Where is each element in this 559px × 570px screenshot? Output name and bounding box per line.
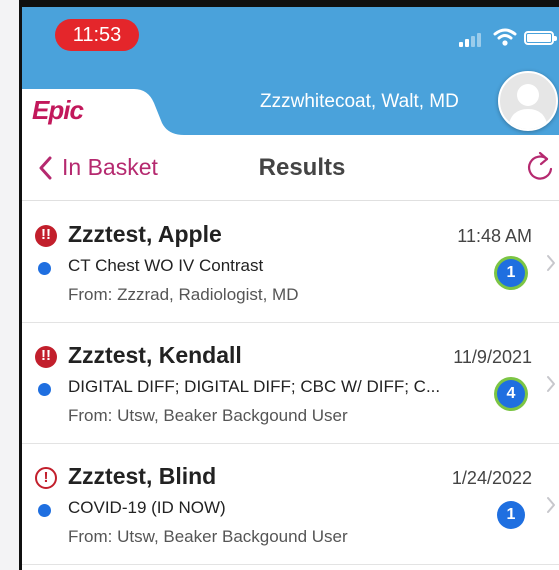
phone-screen: 11:53 Epic Zzzwhitecoat, Walt, MD In Bas… bbox=[19, 0, 559, 570]
message-sender: From: Utsw, Beaker Backgound User bbox=[68, 406, 348, 425]
message-date: 1/24/2022 bbox=[451, 468, 532, 488]
priority-normal-icon: ! bbox=[35, 467, 57, 489]
message-row[interactable]: !! Zzztest, Apple 11:48 AM CT Chest WO I… bbox=[22, 202, 559, 323]
battery-icon bbox=[524, 31, 557, 45]
user-name[interactable]: Zzzwhitecoat, Walt, MD bbox=[260, 91, 459, 113]
message-row[interactable]: !! Zzztest, Kendall 11/9/2021 DIGITAL DI… bbox=[22, 323, 559, 444]
user-silhouette-icon bbox=[508, 84, 548, 129]
status-bar: 11:53 bbox=[22, 7, 559, 67]
result-count-badge: 4 bbox=[497, 380, 525, 408]
message-subject: COVID-19 (ID NOW) bbox=[68, 498, 226, 517]
message-row[interactable]: ! Zzztest, Blind 1/24/2022 COVID-19 (ID … bbox=[22, 444, 559, 565]
message-list: !! Zzztest, Apple 11:48 AM CT Chest WO I… bbox=[22, 202, 559, 565]
result-count-badge: 1 bbox=[497, 259, 525, 287]
status-time[interactable]: 11:53 bbox=[55, 19, 139, 51]
message-subject: CT Chest WO IV Contrast bbox=[68, 256, 264, 275]
patient-name: Zzztest, Kendall bbox=[68, 342, 242, 368]
patient-name: Zzztest, Apple bbox=[68, 221, 222, 247]
unread-dot-icon bbox=[38, 504, 51, 517]
wifi-icon bbox=[493, 28, 517, 46]
priority-high-icon: !! bbox=[35, 225, 57, 247]
message-subject: DIGITAL DIFF; DIGITAL DIFF; CBC W/ DIFF;… bbox=[68, 377, 441, 396]
message-sender: From: Zzzrad, Radiologist, MD bbox=[68, 285, 299, 304]
chevron-right-icon bbox=[547, 376, 555, 392]
chevron-right-icon bbox=[547, 255, 555, 271]
epic-logo: Epic bbox=[32, 95, 84, 125]
chevron-right-icon bbox=[547, 497, 555, 513]
message-date: 11:48 AM bbox=[457, 226, 532, 246]
refresh-icon[interactable] bbox=[525, 151, 555, 183]
nav-bar: In Basket Results bbox=[22, 135, 559, 201]
message-date: 11/9/2021 bbox=[453, 347, 532, 367]
avatar[interactable] bbox=[498, 71, 558, 131]
page-title: Results bbox=[258, 154, 346, 181]
patient-name: Zzztest, Blind bbox=[68, 463, 217, 489]
unread-dot-icon bbox=[38, 383, 51, 396]
unread-dot-icon bbox=[38, 262, 51, 275]
result-count-badge: 1 bbox=[497, 501, 525, 529]
message-sender: From: Utsw, Beaker Backgound User bbox=[68, 527, 348, 546]
priority-high-icon: !! bbox=[35, 346, 57, 368]
